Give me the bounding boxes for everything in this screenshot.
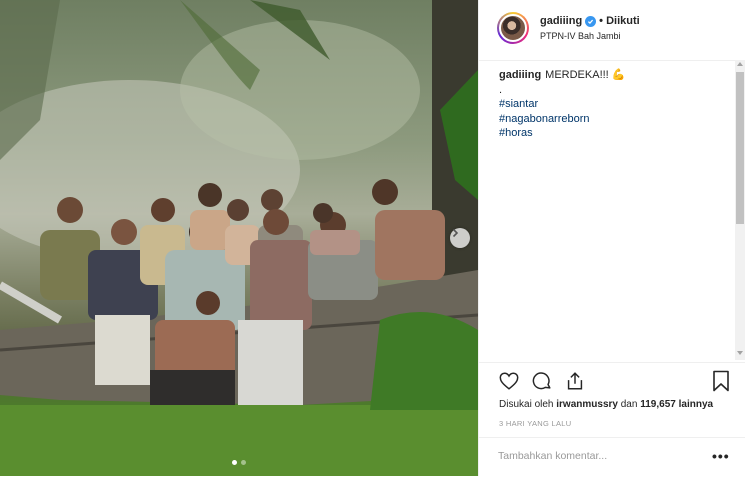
follow-status[interactable]: • Diikuti [599, 15, 640, 27]
scroll-up-arrow-icon[interactable] [737, 62, 743, 66]
carousel-dot-active [232, 460, 237, 465]
caption-text: MERDEKA!!! [545, 69, 609, 81]
header-username[interactable]: gadiiing [540, 15, 582, 27]
hashtag-link[interactable]: #nagabonarreborn [499, 112, 729, 127]
comments-scrollbar[interactable] [735, 60, 745, 360]
chevron-right-icon [452, 228, 459, 238]
next-slide-button[interactable] [450, 228, 470, 248]
caption-separator: . [499, 83, 503, 96]
scrollbar-thumb[interactable] [736, 72, 744, 224]
likes-middle: dan [620, 399, 638, 410]
flexed-biceps-emoji: 💪 [611, 69, 626, 81]
hashtag-link[interactable]: #horas [499, 126, 729, 141]
comment-input[interactable] [498, 450, 688, 462]
post-timestamp[interactable]: 3 HARI YANG LALU [499, 419, 571, 428]
verified-badge-icon [585, 15, 597, 27]
carousel-dot [241, 460, 246, 465]
location-link[interactable]: PTPN-IV Bah Jambi [540, 31, 621, 41]
post-header: gadiiing • Diikuti PTPN-IV Bah Jambi [479, 0, 735, 61]
likes-suffix[interactable]: lainnya [679, 399, 713, 410]
scroll-down-arrow-icon[interactable] [737, 351, 743, 355]
likes-summary: Disukai oleh irwanmussry dan 119,657 lai… [499, 399, 713, 410]
post-actions: Disukai oleh irwanmussry dan 119,657 lai… [479, 362, 745, 477]
comment-bar: ••• [479, 437, 745, 478]
avatar[interactable] [497, 12, 529, 44]
post-caption: gadiiing MERDEKA!!! 💪 . #siantar #nagabon… [499, 68, 729, 141]
likes-count[interactable]: 119,657 [640, 399, 676, 410]
post-details-panel: gadiiing • Diikuti PTPN-IV Bah Jambi gad… [478, 0, 745, 476]
caption-username[interactable]: gadiiing [499, 69, 541, 81]
photo-scene [0, 0, 478, 476]
hashtag-link[interactable]: #siantar [499, 97, 729, 112]
carousel-indicator [0, 460, 478, 465]
more-options-button[interactable]: ••• [712, 448, 730, 464]
heart-icon[interactable] [498, 370, 520, 392]
post-photo[interactable] [0, 0, 478, 476]
comment-icon[interactable] [531, 370, 553, 392]
liked-by-username[interactable]: irwanmussry [556, 399, 618, 410]
bookmark-icon[interactable] [712, 370, 730, 392]
likes-prefix: Disukai oleh [499, 399, 554, 410]
share-icon[interactable] [564, 370, 586, 392]
